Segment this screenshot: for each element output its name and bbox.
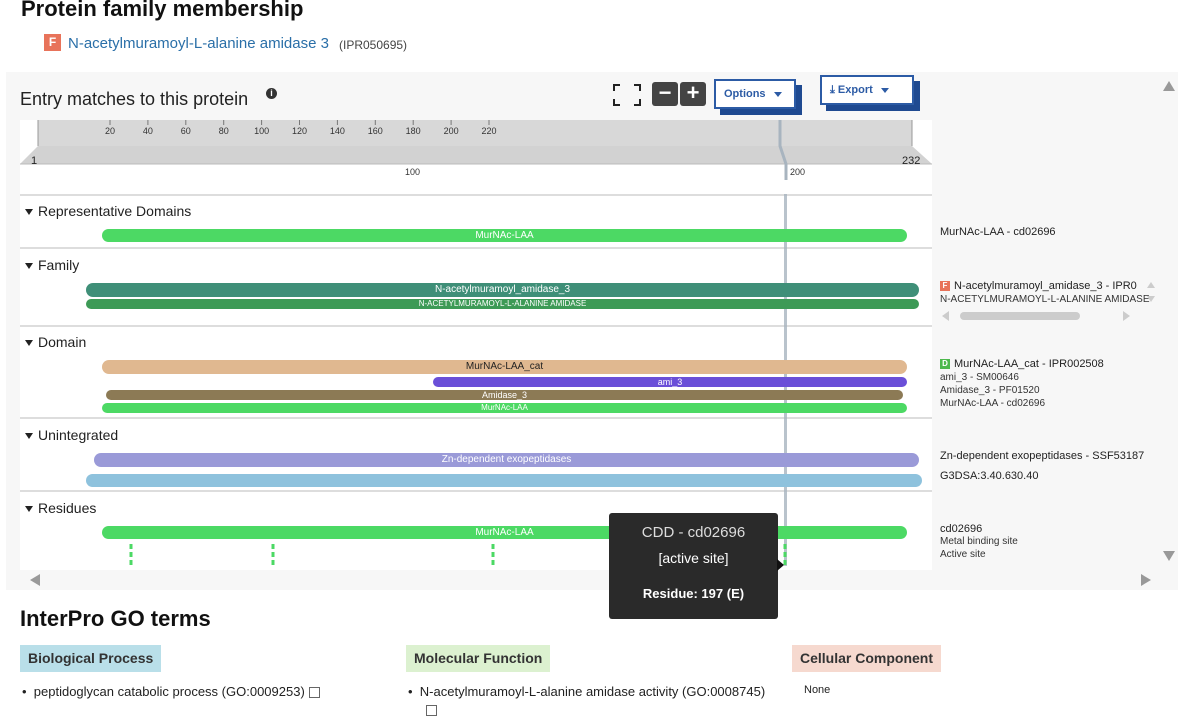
family-badge: F [44,34,61,51]
track-label[interactable]: Active site [940,549,986,560]
divider [20,247,932,249]
caret-down-icon [25,506,33,513]
ruler-tick-label: 40 [143,126,153,136]
track-bar-murnac-laa[interactable]: MurNAc-LAA [102,403,907,413]
go-category-biological-process: Biological Process [20,645,162,672]
track-label[interactable]: ami_3 - SM00646 [940,372,1019,383]
go-category-molecular-function: Molecular Function [406,645,551,672]
family-badge-icon: F [940,281,950,292]
divider [20,417,932,419]
divider [20,490,932,492]
track-label[interactable]: Metal binding site [940,536,1018,547]
divider [20,325,932,327]
residue-tooltip: CDD - cd02696 [active site] Residue: 197… [609,513,778,619]
tooltip-subtitle: [active site] [658,550,729,566]
track-label[interactable]: N-ACETYLMURAMOYL-L-ALANINE AMIDASE [940,294,1150,305]
section-family-toggle[interactable]: Family [25,257,79,273]
horizontal-scrollbar[interactable] [940,309,1132,321]
ruler-tick-label: 20 [105,126,115,136]
section-representative-toggle[interactable]: Representative Domains [25,203,191,219]
go-term-link[interactable]: peptidoglycan catabolic process (GO:0009… [34,684,305,699]
ruler-tick-label: 60 [181,126,191,136]
track-bar-ami3[interactable]: ami_3 [433,377,907,387]
track-bar-amidase3[interactable]: Amidase_3 [106,390,903,400]
track-label[interactable]: Zn-dependent exopeptidases - SSF53187 [940,450,1144,462]
tooltip-pointer [777,559,784,571]
track-label[interactable]: Amidase_3 - PF01520 [940,385,1040,396]
go-item-cc: None [804,684,831,696]
zoom-out-button[interactable]: − [652,82,678,106]
go-category-cellular-component: Cellular Component [792,645,942,672]
download-icon: ⤓ [830,84,838,96]
family-link[interactable]: N-acetylmuramoyl-L-alanine amidase 3 [68,35,329,52]
track-bar-murnac-laa-cat[interactable]: MurNAc-LAA_cat [102,360,907,374]
track-label[interactable]: F N-acetylmuramoyl_amidase_3 - IPR0 [940,280,1137,292]
ruler-tick-label: 200 [444,126,459,136]
ruler-tick-label: 80 [219,126,229,136]
track-label[interactable]: cd02696 [940,523,982,535]
track-label[interactable]: MurNAc-LAA - cd02696 [940,226,1056,238]
go-item-mf: • N-acetylmuramoyl-L-alanine amidase act… [408,684,798,717]
chevron-down-icon [773,91,782,97]
track-bar-zn-exopeptidases[interactable]: Zn-dependent exopeptidases [94,453,919,467]
entry-matches-title: Entry matches to this protein [20,89,249,109]
options-button[interactable]: Options [714,79,796,109]
ruler-lower-tick: 100 [405,167,421,177]
track-bar-family[interactable]: N-acetylmuramoyl_amidase_3 [86,283,919,297]
scroll-down-icon[interactable] [1162,550,1176,562]
list-scroll-arrows[interactable] [1146,281,1156,303]
ruler-tick-label: 160 [368,126,383,136]
scroll-up-icon[interactable] [1162,80,1176,92]
ruler-tick-label: 120 [292,126,307,136]
external-link-icon[interactable] [308,687,320,699]
ruler-end: 232 [902,155,921,167]
track-bar-family-panther[interactable]: N-ACETYLMURAMOYL-L-ALANINE AMIDASE [86,299,919,309]
track-label[interactable]: G3DSA:3.40.630.40 [940,470,1038,482]
track-label[interactable]: D MurNAc-LAA_cat - IPR002508 [940,358,1104,370]
fullscreen-icon[interactable] [613,84,641,106]
go-terms-title: InterPro GO terms [20,606,211,631]
caret-down-icon [25,433,33,440]
zoom-in-button[interactable]: + [680,82,706,106]
ruler-tick-label: 180 [406,126,421,136]
tooltip-title: CDD - cd02696 [641,524,746,541]
info-icon[interactable]: i [266,88,277,99]
divider [20,194,932,196]
track-label[interactable]: MurNAc-LAA - cd02696 [940,398,1045,409]
external-link-icon[interactable] [426,705,437,717]
family-accession: (IPR050695) [339,38,408,52]
page-title: Protein family membership [21,0,304,21]
go-term-link[interactable]: N-acetylmuramoyl-L-alanine amidase activ… [420,684,765,699]
section-domain-toggle[interactable]: Domain [25,334,86,350]
track-bar-murnac-laa[interactable]: MurNAc-LAA [102,229,907,242]
section-unintegrated-toggle[interactable]: Unintegrated [25,427,118,443]
track-bar-g3dsa[interactable] [86,474,922,487]
ruler-start: 1 [31,155,38,167]
caret-down-icon [25,209,33,216]
go-item-bp: • peptidoglycan catabolic process (GO:00… [22,684,320,699]
export-button[interactable]: ⤓ Export [820,75,914,105]
ruler-lower-tick: 200 [790,167,806,177]
ruler-tick-label: 100 [254,126,269,136]
section-residues-toggle[interactable]: Residues [25,500,96,516]
tooltip-residue: Residue: 197 (E) [642,586,745,601]
scroll-left-icon[interactable] [29,573,41,587]
scroll-right-icon[interactable] [1140,573,1152,587]
domain-badge-icon: D [940,359,950,370]
caret-down-icon [25,263,33,270]
ruler-tick-label: 220 [481,126,496,136]
caret-down-icon [25,340,33,347]
track-bar-residues[interactable]: MurNAc-LAA [102,526,907,539]
ruler-tick-label: 140 [330,126,345,136]
chevron-down-icon [880,87,889,93]
